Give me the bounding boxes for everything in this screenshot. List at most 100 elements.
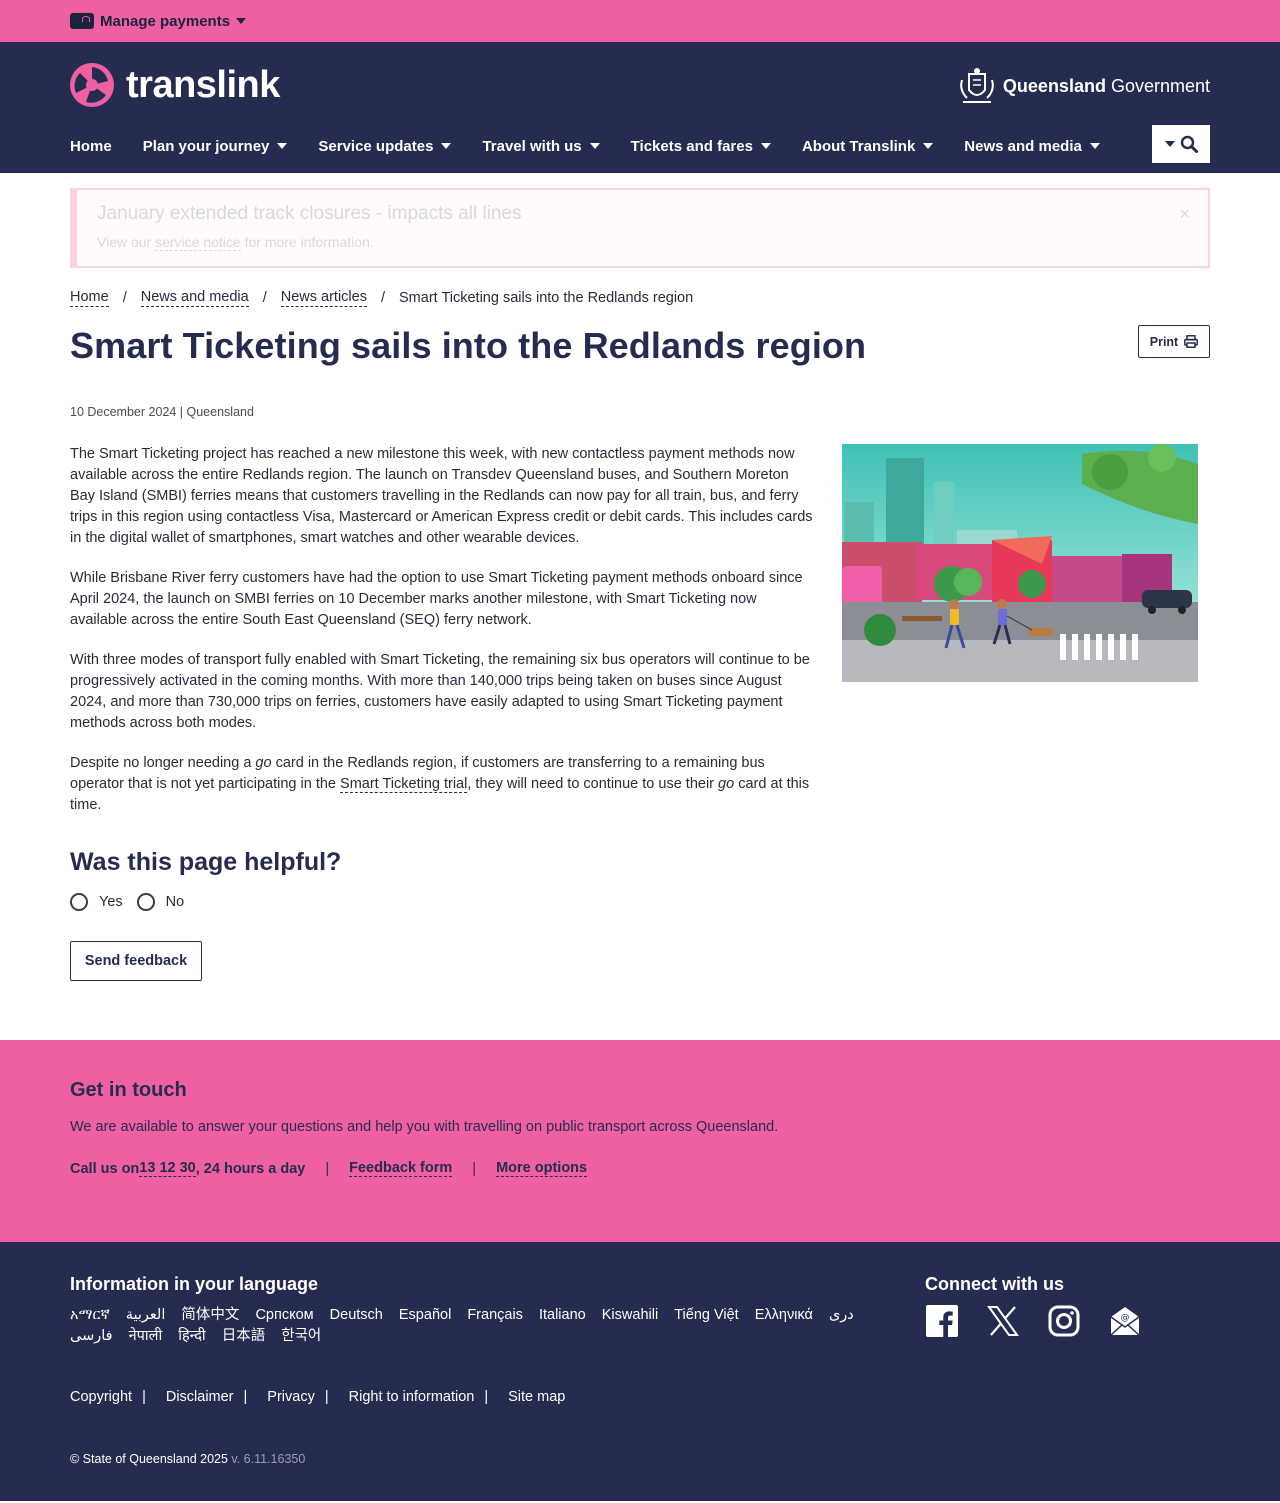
service-notice-link[interactable]: service notice xyxy=(155,234,241,251)
site-footer: Information in your language አማርኛ العربي… xyxy=(0,1242,1280,1501)
radio-circle[interactable] xyxy=(136,893,155,911)
separator: | xyxy=(325,1160,330,1177)
right-to-information-link[interactable]: Right to information xyxy=(349,1389,475,1405)
separator: | xyxy=(484,1389,489,1405)
language-link[interactable]: دری xyxy=(829,1305,854,1326)
instagram-icon[interactable] xyxy=(1047,1304,1080,1337)
gov-bold-text: Queensland xyxy=(1002,75,1106,96)
disclaimer-link[interactable]: Disclaimer xyxy=(166,1389,234,1405)
chevron-down-icon xyxy=(1089,143,1100,149)
language-title: Information in your language xyxy=(70,1274,319,1294)
translink-logo-icon xyxy=(70,63,114,107)
copyright-notice: © State of Queensland 2025 v. 6.11.16350 xyxy=(70,1452,305,1466)
radio-no[interactable]: No xyxy=(136,893,185,911)
gov-text: Government xyxy=(1105,75,1210,96)
nav-label: News and media xyxy=(964,137,1082,155)
language-link[interactable]: العربية xyxy=(126,1305,166,1326)
get-in-touch-description: We are available to answer your question… xyxy=(70,1119,779,1135)
privacy-link[interactable]: Privacy xyxy=(267,1389,315,1405)
language-link[interactable]: Tiếng Việt xyxy=(674,1305,739,1326)
article-paragraph: The Smart Ticketing project has reached … xyxy=(70,446,813,546)
language-link[interactable]: 한국어 xyxy=(281,1326,321,1347)
manage-payments-menu[interactable]: Manage payments xyxy=(70,13,247,30)
svg-text:@: @ xyxy=(1120,1313,1129,1323)
service-alert: January extended track closures - impact… xyxy=(70,188,1210,268)
breadcrumb-news-articles[interactable]: News articles xyxy=(280,289,367,307)
nav-travel-with-us[interactable]: Travel with us xyxy=(482,138,600,155)
article-meta: 10 December 2024 | Queensland xyxy=(70,405,254,419)
language-link[interactable]: 简体中文 xyxy=(181,1305,239,1326)
alert-text-suffix: for more information. xyxy=(240,234,374,250)
site-map-link[interactable]: Site map xyxy=(508,1389,565,1405)
chevron-down-icon xyxy=(760,143,771,149)
social-links: @ xyxy=(925,1304,1141,1337)
close-icon[interactable]: × xyxy=(1179,204,1190,225)
nav-label: Service updates xyxy=(318,137,434,155)
radio-yes[interactable]: Yes xyxy=(70,893,123,911)
main-content: January extended track closures - impact… xyxy=(70,188,1210,981)
language-link[interactable]: 日本語 xyxy=(222,1326,266,1347)
call-prefix: Call us on xyxy=(70,1160,140,1177)
nav-label: Tickets and fares xyxy=(630,137,753,155)
connect-title: Connect with us xyxy=(925,1274,1064,1294)
breadcrumb-home[interactable]: Home xyxy=(70,289,109,307)
language-link[interactable]: Ελληνικά xyxy=(755,1305,813,1326)
language-link[interactable]: Deutsch xyxy=(330,1305,383,1326)
phone-link[interactable]: 13 12 30 xyxy=(139,1160,196,1177)
language-link[interactable]: हिन्दी xyxy=(178,1326,205,1347)
go-text: go xyxy=(718,776,735,792)
qld-crest-icon xyxy=(960,68,994,103)
language-link[interactable]: አማርኛ xyxy=(70,1305,110,1326)
language-link[interactable]: Español xyxy=(399,1305,451,1326)
nav-tickets-and-fares[interactable]: Tickets and fares xyxy=(631,138,771,155)
radio-yes-label: Yes xyxy=(99,894,123,910)
qld-government-logo[interactable]: Queensland Government xyxy=(957,66,1210,106)
nav-news-and-media[interactable]: News and media xyxy=(964,138,1100,155)
send-feedback-button[interactable]: Send feedback xyxy=(70,941,202,981)
email-icon[interactable]: @ xyxy=(1108,1304,1141,1337)
breadcrumb-news-and-media[interactable]: News and media xyxy=(140,289,249,307)
alert-title: January extended track closures - impact… xyxy=(97,203,522,224)
chevron-down-icon xyxy=(441,143,452,149)
breadcrumb-separator: / xyxy=(122,290,127,306)
language-link[interactable]: Српском xyxy=(255,1305,313,1326)
smart-ticketing-trial-link[interactable]: Smart Ticketing trial xyxy=(340,776,468,793)
get-in-touch-title: Get in touch xyxy=(70,1079,187,1101)
breadcrumb-current: Smart Ticketing sails into the Redlands … xyxy=(399,290,694,306)
nav-home-label: Home xyxy=(70,137,112,155)
article-body: The Smart Ticketing project has reached … xyxy=(70,444,815,816)
nav-label: About Translink xyxy=(801,137,916,155)
nav-label: Plan your journey xyxy=(142,137,270,155)
facebook-icon[interactable] xyxy=(925,1304,958,1337)
nav-home[interactable]: Home xyxy=(70,138,112,155)
nav-plan-your-journey[interactable]: Plan your journey xyxy=(143,138,288,155)
language-link[interactable]: Kiswahili xyxy=(602,1305,658,1326)
x-icon[interactable] xyxy=(986,1304,1019,1337)
nav-service-updates[interactable]: Service updates xyxy=(318,137,452,155)
page-title: Smart Ticketing sails into the Redlands … xyxy=(70,325,867,366)
language-link[interactable]: Français xyxy=(467,1305,523,1326)
copyright-link[interactable]: Copyright xyxy=(70,1389,132,1405)
breadcrumb-separator: / xyxy=(262,290,267,306)
contact-options: Call us on 13 12 30, 24 hours a day | Fe… xyxy=(70,1160,1210,1177)
print-button[interactable]: Print xyxy=(1138,325,1210,358)
search-button[interactable] xyxy=(1152,125,1210,163)
language-link[interactable]: नेपाली xyxy=(129,1326,163,1347)
separator: | xyxy=(324,1389,329,1405)
breadcrumb-separator: / xyxy=(380,290,385,306)
separator: | xyxy=(472,1160,477,1177)
language-link[interactable]: فارسی xyxy=(70,1326,113,1347)
search-icon xyxy=(1180,135,1198,153)
feedback-form-link[interactable]: Feedback form xyxy=(349,1160,453,1177)
radio-no-label: No xyxy=(165,894,185,910)
more-options-link[interactable]: More options xyxy=(496,1160,588,1177)
language-link[interactable]: Italiano xyxy=(539,1305,586,1326)
radio-circle[interactable] xyxy=(70,893,88,911)
translink-logo[interactable]: translink xyxy=(70,63,280,107)
article: The Smart Ticketing project has reached … xyxy=(70,444,1210,816)
chevron-down-icon xyxy=(923,143,934,149)
nav-about-translink[interactable]: About Translink xyxy=(801,137,934,155)
language-list: አማርኛ العربية 简体中文 Српском Deutsch Españo… xyxy=(70,1305,900,1347)
print-label: Print xyxy=(1149,334,1179,349)
chevron-down-icon xyxy=(1164,141,1175,147)
